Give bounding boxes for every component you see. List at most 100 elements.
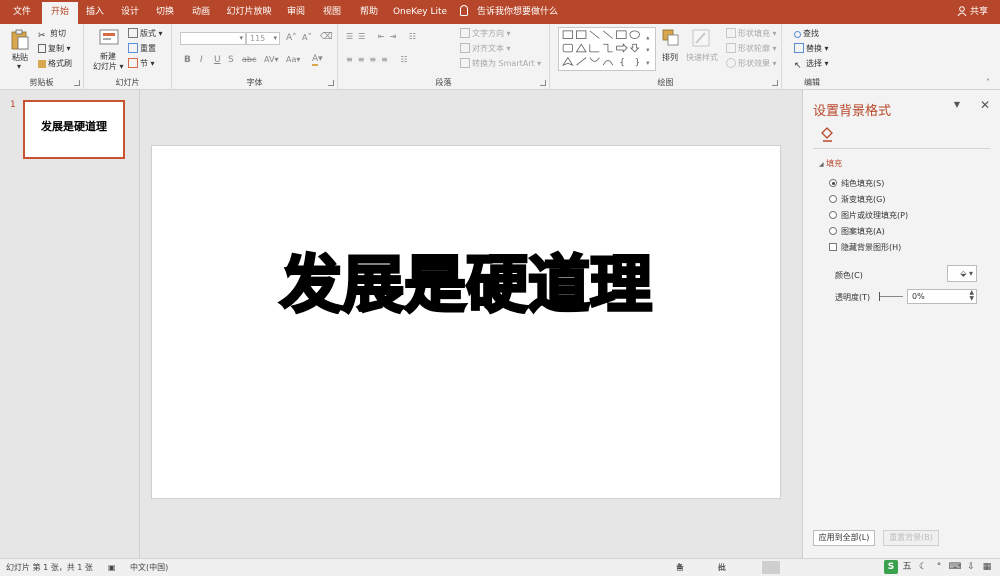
tray-arrow-icon[interactable]: ⇩ bbox=[964, 560, 978, 574]
spinner-icon[interactable]: ▲ ▼ bbox=[969, 290, 974, 302]
tab-onekey-lite[interactable]: OneKey Lite bbox=[390, 0, 450, 24]
underline-button[interactable]: U bbox=[214, 55, 221, 65]
replace-button[interactable]: 替换 ▾ bbox=[794, 43, 829, 54]
hide-graphics-checkbox[interactable]: 隐藏背景图形(H) bbox=[829, 242, 901, 253]
color-picker-button[interactable]: ⬙ ▾ bbox=[947, 265, 977, 282]
italic-button[interactable]: I bbox=[200, 55, 203, 65]
solid-fill-option[interactable]: 纯色填充(S) bbox=[829, 178, 884, 189]
pattern-fill-option[interactable]: 图案填充(A) bbox=[829, 226, 885, 237]
clipboard-launcher[interactable] bbox=[74, 80, 80, 86]
reset-background-button[interactable]: 重置背景(B) bbox=[883, 530, 939, 546]
select-button[interactable]: ↖ 选择 ▾ bbox=[794, 58, 829, 71]
layout-button[interactable]: 版式 ▾ bbox=[128, 28, 163, 39]
moon-icon[interactable]: ☾ bbox=[916, 560, 930, 574]
font-launcher[interactable] bbox=[328, 80, 334, 86]
grow-font-button[interactable]: A˄ bbox=[286, 33, 297, 43]
text-direction-button[interactable]: 文字方向 ▾ bbox=[460, 28, 511, 39]
tab-file[interactable]: 文件 bbox=[4, 0, 40, 24]
tab-insert[interactable]: 插入 bbox=[78, 0, 112, 24]
section-button[interactable]: 节 ▾ bbox=[128, 58, 155, 69]
tab-help[interactable]: 帮助 bbox=[350, 0, 388, 24]
align-buttons[interactable]: ≡≡≡≡ ☷ bbox=[346, 55, 413, 64]
paste-dropdown[interactable]: ▾ bbox=[17, 62, 21, 71]
slides-group: 新建 幻灯片 ▾ 版式 ▾ 重置 节 ▾ 幻灯片 bbox=[84, 24, 172, 90]
tray-menu-icon[interactable]: ▦ bbox=[980, 560, 994, 574]
gradient-fill-label: 渐变填充(G) bbox=[841, 195, 886, 204]
shrink-font-button[interactable]: A˅ bbox=[302, 33, 312, 43]
smartart-label: 转换为 SmartArt bbox=[472, 59, 535, 68]
slide-canvas[interactable]: 发展是硬道理 bbox=[151, 145, 781, 499]
paragraph-launcher[interactable] bbox=[540, 80, 546, 86]
shapes-gallery[interactable]: { } ▴ ▾ ▾ bbox=[558, 27, 656, 71]
font-color-icon: A bbox=[312, 54, 319, 66]
arrange-button[interactable]: 排列 bbox=[662, 52, 678, 63]
format-painter-button[interactable]: 格式刷 bbox=[38, 58, 72, 69]
apply-to-all-button[interactable]: 应用到全部(L) bbox=[813, 530, 875, 546]
strikethrough-button[interactable]: abc bbox=[242, 55, 256, 64]
keyboard-icon[interactable]: ⌨ bbox=[948, 560, 962, 574]
slide-title-text[interactable]: 发展是硬道理 bbox=[152, 234, 780, 324]
cut-button[interactable]: ✂ 剪切 bbox=[38, 28, 66, 41]
slideshow-view-button[interactable] bbox=[834, 561, 852, 574]
ime-logo-icon[interactable]: S bbox=[884, 560, 898, 574]
close-icon[interactable]: ✕ bbox=[980, 98, 990, 112]
picture-fill-option[interactable]: 图片或纹理填充(P) bbox=[829, 210, 908, 221]
normal-view-button[interactable] bbox=[762, 561, 780, 574]
pane-divider bbox=[813, 148, 990, 149]
shape-fill-label: 形状填充 bbox=[738, 29, 770, 38]
shape-effects-label: 形状效果 bbox=[738, 59, 770, 68]
editing-title: 编辑 bbox=[804, 78, 820, 87]
font-title: 字体 bbox=[246, 78, 263, 87]
tab-view[interactable]: 视图 bbox=[314, 0, 350, 24]
reset-icon bbox=[128, 43, 138, 53]
tab-transitions[interactable]: 切换 bbox=[148, 0, 182, 24]
tab-home[interactable]: 开始 bbox=[42, 2, 78, 24]
bold-button[interactable]: B bbox=[184, 55, 191, 65]
punctuation-icon[interactable]: ° bbox=[932, 560, 946, 574]
clear-format-icon[interactable]: ⌫ bbox=[320, 32, 333, 42]
char-spacing-button[interactable]: AV▾ bbox=[264, 55, 278, 64]
change-case-button[interactable]: Aa▾ bbox=[286, 55, 300, 64]
spellcheck-icon[interactable]: ▣ bbox=[108, 559, 116, 576]
pane-options-icon[interactable]: ▼ bbox=[954, 100, 960, 109]
slide-sorter-button[interactable] bbox=[786, 561, 804, 574]
fill-section-header[interactable]: ◢ 填充 bbox=[819, 158, 842, 169]
new-slide-button[interactable]: 幻灯片 ▾ bbox=[93, 61, 124, 72]
section-label: 节 bbox=[140, 59, 148, 68]
drawing-launcher[interactable] bbox=[772, 80, 778, 86]
reset-button[interactable]: 重置 bbox=[128, 43, 156, 54]
share-button[interactable]: 共享 bbox=[957, 0, 988, 24]
tab-animations[interactable]: 动画 bbox=[182, 0, 220, 24]
transparency-slider[interactable] bbox=[879, 292, 903, 301]
list-buttons[interactable]: ☰☰ ⇤⇥ ☷ bbox=[346, 32, 421, 41]
tab-slideshow[interactable]: 幻灯片放映 bbox=[220, 0, 278, 24]
copy-button[interactable]: 复制 ▾ bbox=[38, 43, 71, 54]
shape-effects-button[interactable]: 形状效果 ▾ bbox=[726, 58, 777, 69]
gradient-fill-option[interactable]: 渐变填充(G) bbox=[829, 194, 885, 205]
font-name-combo[interactable]: ▾ bbox=[180, 32, 246, 45]
shape-fill-button[interactable]: 形状填充 ▾ bbox=[726, 28, 777, 39]
select-label: 选择 bbox=[806, 59, 822, 68]
smartart-icon bbox=[460, 58, 470, 68]
reading-view-button[interactable] bbox=[810, 561, 828, 574]
language-indicator[interactable]: 中文(中国) bbox=[130, 559, 168, 576]
tell-me-search[interactable]: 告诉我你想要做什么 bbox=[460, 0, 558, 24]
ime-mode-icon[interactable]: 五 bbox=[900, 560, 914, 574]
find-button[interactable]: 查找 bbox=[794, 28, 819, 39]
shape-outline-button[interactable]: 形状轮廓 ▾ bbox=[726, 43, 777, 54]
fill-icon[interactable] bbox=[819, 126, 835, 142]
quick-styles-button[interactable]: 快速样式 bbox=[686, 52, 718, 63]
lightbulb-icon bbox=[460, 5, 468, 16]
align-text-button[interactable]: 对齐文本 ▾ bbox=[460, 43, 511, 54]
transparency-value: 0% bbox=[912, 292, 925, 301]
font-color-button[interactable]: A▾ bbox=[312, 54, 323, 66]
slide-thumbnail[interactable]: 发展是硬道理 bbox=[23, 100, 125, 159]
tab-design[interactable]: 设计 bbox=[112, 0, 148, 24]
collapse-ribbon-icon[interactable]: ˄ bbox=[986, 78, 990, 87]
tab-review[interactable]: 审阅 bbox=[278, 0, 314, 24]
font-size-combo[interactable]: 115 ▾ bbox=[246, 32, 280, 45]
shadow-button[interactable]: S bbox=[228, 55, 234, 65]
smartart-button[interactable]: 转换为 SmartArt ▾ bbox=[460, 58, 541, 69]
radio-selected-icon bbox=[829, 179, 837, 187]
transparency-input[interactable]: 0% ▲ ▼ bbox=[907, 289, 977, 304]
